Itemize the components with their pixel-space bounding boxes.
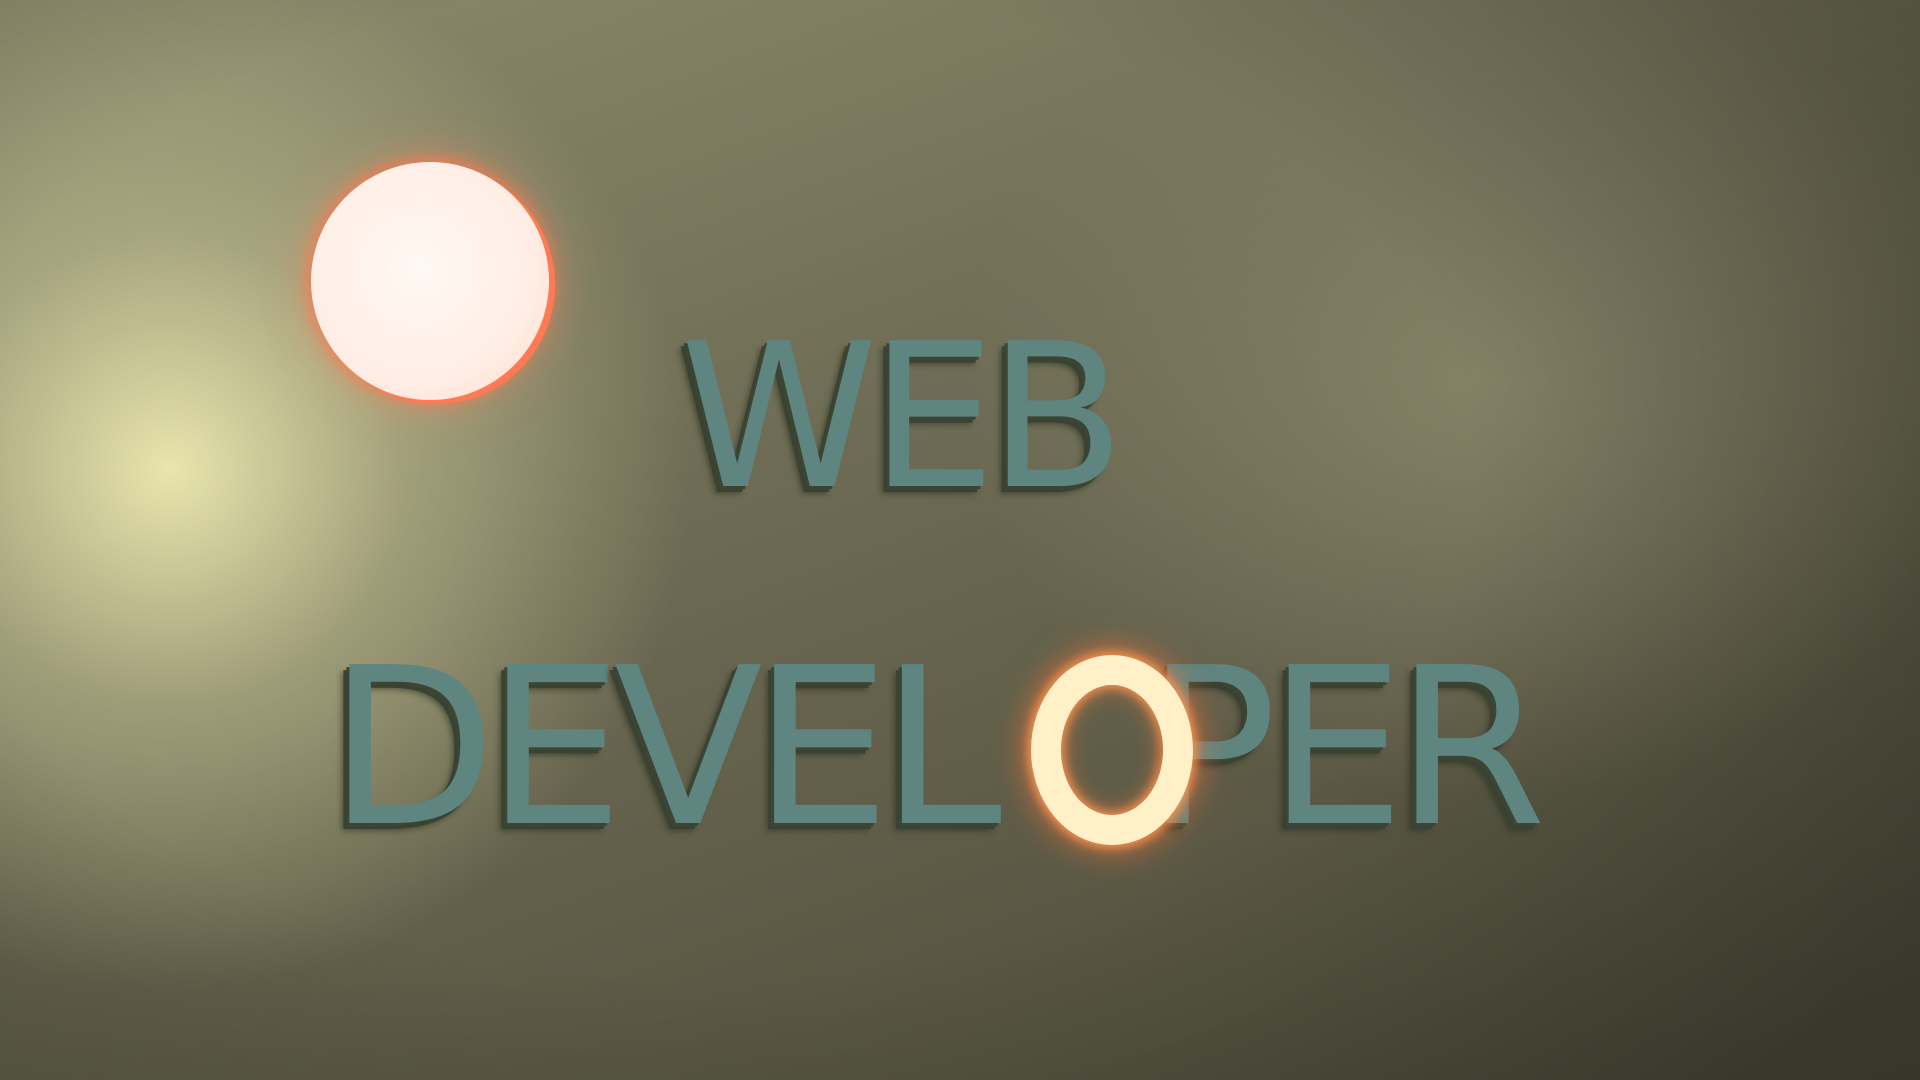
title-line-web: WEB [680,301,1125,534]
letter-d: D [328,622,496,875]
letter-l: L [880,622,995,875]
glowing-letter-o [1031,655,1193,845]
letter-e: E [1267,622,1405,875]
letter-v: V [613,622,763,875]
title-line-developer: DEVELOPER [328,640,1547,858]
background-vignette [0,0,1920,1080]
letter-e: E [752,622,891,875]
letter-e: E [485,622,624,875]
glowing-sun-circle [311,162,549,400]
letter-r: R [1395,622,1547,875]
